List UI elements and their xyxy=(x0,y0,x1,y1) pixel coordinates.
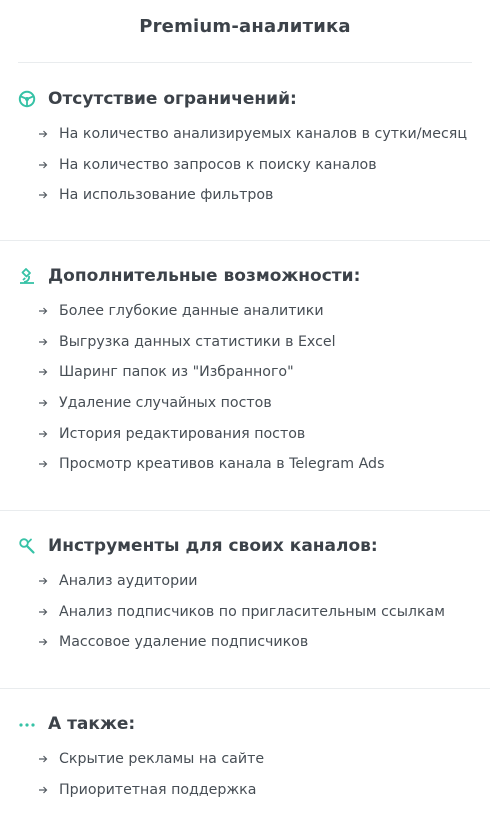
list-item: На количество анализируемых каналов в су… xyxy=(38,119,467,150)
list-item: Удаление случайных постов xyxy=(38,388,384,419)
list-item: Скрытие рекламы на сайте xyxy=(38,744,264,775)
list-item-text: Просмотр креативов канала в Telegram Ads xyxy=(59,456,385,473)
section-divider xyxy=(0,510,490,511)
list-item-text: На количество анализируемых каналов в су… xyxy=(59,126,467,143)
list-item-text: Удаление случайных постов xyxy=(59,395,272,412)
microscope-icon xyxy=(18,267,36,285)
list-item-text: Выгрузка данных статистики в Excel xyxy=(59,333,336,350)
list-item-text: Анализ аудитории xyxy=(59,573,198,590)
list-item: Массовое удаление подписчиков xyxy=(38,627,445,658)
arrow-right-icon xyxy=(38,367,48,377)
arrow-right-icon xyxy=(38,576,48,586)
feature-list: Анализ аудитории Анализ подписчиков по п… xyxy=(38,566,445,658)
list-item: Шаринг папок из "Избранного" xyxy=(38,357,384,388)
steering-wheel-icon xyxy=(18,90,36,108)
section-title: Отсутствие ограничений: xyxy=(48,89,297,109)
list-item: Приоритетная поддержка xyxy=(38,775,264,806)
more-dots-icon xyxy=(18,715,36,733)
list-item: История редактирования постов xyxy=(38,418,384,449)
section-divider xyxy=(0,240,490,241)
section-header: Инструменты для своих каналов: xyxy=(18,534,378,558)
list-item-text: Массовое удаление подписчиков xyxy=(59,634,309,651)
arrow-right-icon xyxy=(38,398,48,408)
list-item: Просмотр креативов канала в Telegram Ads xyxy=(38,449,384,480)
list-item-text: Скрытие рекламы на сайте xyxy=(59,751,265,768)
title-divider xyxy=(18,62,472,63)
arrow-right-icon xyxy=(38,459,48,469)
list-item-text: Шаринг папок из "Избранного" xyxy=(59,364,294,381)
section-header: Дополнительные возможности: xyxy=(18,264,360,288)
page-title: Premium-аналитика xyxy=(139,16,351,37)
list-item-text: История редактирования постов xyxy=(59,425,306,442)
section-header: А также: xyxy=(18,712,135,736)
list-item: Анализ подписчиков по пригласительным сс… xyxy=(38,597,445,628)
feature-list: Скрытие рекламы на сайте Приоритетная по… xyxy=(38,744,264,805)
section-title: А также: xyxy=(48,714,136,734)
arrow-right-icon xyxy=(38,190,48,200)
feature-list: Более глубокие данные аналитики Выгрузка… xyxy=(38,296,384,480)
list-item-text: Анализ подписчиков по пригласительным сс… xyxy=(59,603,445,620)
list-item: На количество запросов к поиску каналов xyxy=(38,150,467,181)
arrow-right-icon xyxy=(38,337,48,347)
section-title: Дополнительные возможности: xyxy=(48,266,361,286)
list-item-text: Более глубокие данные аналитики xyxy=(59,303,324,320)
list-item: Анализ аудитории xyxy=(38,566,445,597)
arrow-right-icon xyxy=(38,306,48,316)
arrow-right-icon xyxy=(38,785,48,795)
list-item-text: На использование фильтров xyxy=(59,187,274,204)
list-item-text: На количество запросов к поиску каналов xyxy=(59,156,377,173)
list-item: Более глубокие данные аналитики xyxy=(38,296,384,327)
arrow-right-icon xyxy=(38,754,48,764)
arrow-right-icon xyxy=(38,129,48,139)
tools-icon xyxy=(18,537,36,555)
arrow-right-icon xyxy=(38,160,48,170)
feature-list: На количество анализируемых каналов в су… xyxy=(38,119,467,211)
section-divider xyxy=(0,688,490,689)
section-title: Инструменты для своих каналов: xyxy=(48,536,378,556)
list-item: На использование фильтров xyxy=(38,180,467,211)
arrow-right-icon xyxy=(38,607,48,617)
arrow-right-icon xyxy=(38,637,48,647)
list-item: Выгрузка данных статистики в Excel xyxy=(38,327,384,358)
list-item-text: Приоритетная поддержка xyxy=(59,781,257,798)
arrow-right-icon xyxy=(38,429,48,439)
section-header: Отсутствие ограничений: xyxy=(18,87,297,111)
